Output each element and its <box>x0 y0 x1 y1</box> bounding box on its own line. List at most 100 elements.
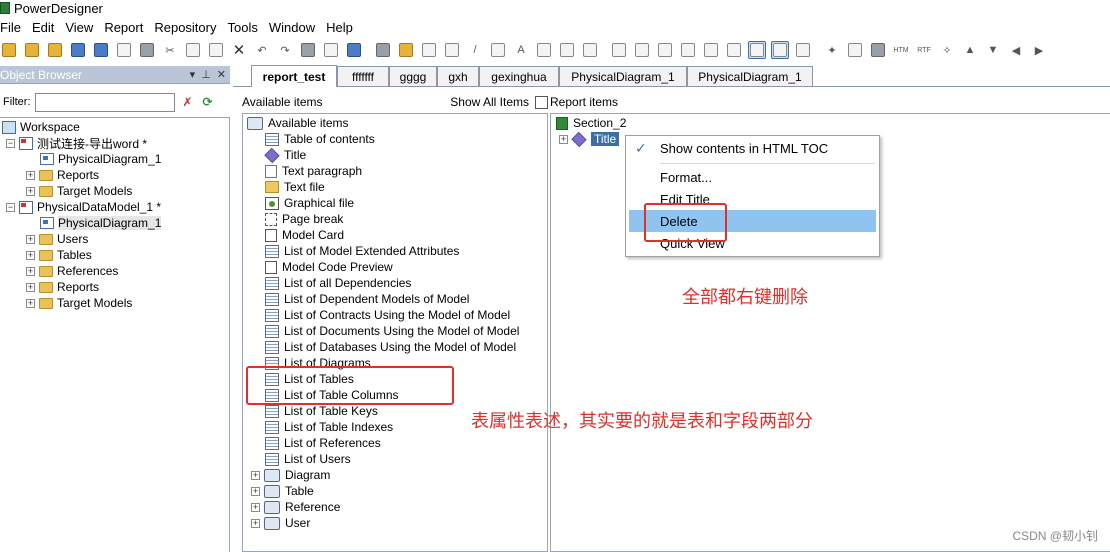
menu-help[interactable]: Help <box>326 20 360 35</box>
available-root[interactable]: Available items <box>247 115 348 131</box>
preview-icon[interactable] <box>846 41 864 59</box>
available-group-table[interactable]: + Table <box>251 483 314 499</box>
available-item[interactable]: Model Card <box>265 227 344 243</box>
tab-gggg[interactable]: gggg <box>389 66 437 86</box>
report-title-item[interactable]: + Title <box>559 131 620 147</box>
available-item[interactable]: Title <box>264 147 306 163</box>
undo-icon[interactable]: ↶ <box>253 41 271 59</box>
move-left-icon[interactable]: ◀ <box>1007 41 1025 59</box>
report-tool-2-icon[interactable] <box>397 41 415 59</box>
tab-physicaldiagram-1b[interactable]: PhysicalDiagram_1 <box>687 66 813 86</box>
move-right-icon[interactable]: ▶ <box>1030 41 1048 59</box>
tab-gxh[interactable]: gxh <box>437 66 479 86</box>
tree-item-model-2[interactable]: − PhysicalDataModel_1 * <box>6 199 161 215</box>
available-item[interactable]: List of all Dependencies <box>265 275 411 291</box>
clear-filter-icon[interactable]: ✗ <box>181 95 195 109</box>
properties-icon[interactable] <box>299 41 317 59</box>
expand-icon[interactable]: + <box>26 234 35 244</box>
cut-icon[interactable]: ✂ <box>161 41 179 59</box>
pen-icon[interactable]: / <box>466 41 484 59</box>
close-icon[interactable]: ✕ <box>217 68 226 81</box>
rtf-icon[interactable]: RTF <box>915 41 933 59</box>
menu-item-format[interactable]: Format... <box>626 166 879 188</box>
tree-item-users[interactable]: + Users <box>26 231 88 247</box>
available-item[interactable]: List of Documents Using the Model of Mod… <box>265 323 519 339</box>
available-item[interactable]: List of Model Extended Attributes <box>265 243 459 259</box>
redo-icon[interactable]: ↷ <box>276 41 294 59</box>
paste-icon[interactable] <box>207 41 225 59</box>
repository-icon[interactable] <box>345 41 363 59</box>
open-icon[interactable] <box>46 41 64 59</box>
dropdown-icon[interactable]: ▾ <box>190 68 196 81</box>
report-tool-5-icon[interactable] <box>489 41 507 59</box>
filter-input[interactable] <box>34 92 175 112</box>
tree-item-target-models[interactable]: + Target Models <box>26 295 132 311</box>
available-item[interactable]: Text paragraph <box>265 163 362 179</box>
collapse-icon[interactable]: − <box>6 202 15 212</box>
menu-window[interactable]: Window <box>269 20 322 35</box>
tree-item-tables[interactable]: + Tables <box>26 247 92 263</box>
move-down-icon[interactable]: ▼ <box>984 41 1002 59</box>
available-item[interactable]: Text file <box>265 179 325 195</box>
tree-item-target-models[interactable]: + Target Models <box>26 183 132 199</box>
available-group-user[interactable]: + User <box>251 515 310 531</box>
report-tool-8-icon[interactable] <box>581 41 599 59</box>
save-icon[interactable] <box>69 41 87 59</box>
available-item[interactable]: Model Code Preview <box>265 259 393 275</box>
report-section[interactable]: Section_2 <box>556 115 626 131</box>
layout-1-icon[interactable] <box>610 41 628 59</box>
move-up-icon[interactable]: ▲ <box>961 41 979 59</box>
available-item[interactable]: Page break <box>265 211 343 227</box>
generate-icon[interactable]: ✧ <box>938 41 956 59</box>
tab-physicaldiagram-1[interactable]: PhysicalDiagram_1 <box>559 66 687 86</box>
menu-view[interactable]: View <box>65 20 100 35</box>
report-tool-6-icon[interactable] <box>535 41 553 59</box>
expand-icon[interactable]: + <box>26 282 35 292</box>
tree-item-reports[interactable]: + Reports <box>26 279 99 295</box>
pin-icon[interactable]: ⊥ <box>201 68 211 81</box>
available-item[interactable]: List of Users <box>265 451 351 467</box>
save-all-icon[interactable] <box>92 41 110 59</box>
tab-report-test[interactable]: report_test <box>251 65 337 87</box>
expand-icon[interactable]: + <box>26 170 35 180</box>
available-group-reference[interactable]: + Reference <box>251 499 340 515</box>
copy-icon[interactable] <box>184 41 202 59</box>
report-tool-7-icon[interactable] <box>558 41 576 59</box>
new-icon[interactable] <box>0 41 18 59</box>
tab-fffffff[interactable]: fffffff <box>337 66 389 86</box>
layout-4-icon[interactable] <box>679 41 697 59</box>
available-item[interactable]: List of Table Indexes <box>265 419 393 435</box>
available-group-diagram[interactable]: + Diagram <box>251 467 330 483</box>
layout-5-icon[interactable] <box>702 41 720 59</box>
delete-icon[interactable]: ✕ <box>230 41 248 59</box>
layout-6-icon[interactable] <box>725 41 743 59</box>
font-icon[interactable]: A <box>512 41 530 59</box>
new-model-icon[interactable] <box>23 41 41 59</box>
report-tool-4-icon[interactable] <box>443 41 461 59</box>
expand-icon[interactable]: + <box>26 186 35 196</box>
wand-icon[interactable]: ✦ <box>823 41 841 59</box>
menu-item-show-html-toc[interactable]: ✓ Show contents in HTML TOC <box>626 137 879 159</box>
expand-icon[interactable]: + <box>251 518 260 528</box>
tree-item-diagram[interactable]: PhysicalDiagram_1 <box>40 215 162 231</box>
view-mode-1-icon[interactable] <box>748 41 766 59</box>
menu-tools[interactable]: Tools <box>227 20 264 35</box>
tree-item-workspace[interactable]: Workspace <box>2 119 80 135</box>
layout-3-icon[interactable] <box>656 41 674 59</box>
refresh-icon[interactable]: ⟳ <box>201 95 215 109</box>
expand-icon[interactable]: + <box>26 250 35 260</box>
expand-icon[interactable]: + <box>559 134 568 144</box>
collapse-icon[interactable]: − <box>6 138 15 148</box>
available-item[interactable]: List of Table Keys <box>265 403 378 419</box>
expand-icon[interactable]: + <box>251 502 260 512</box>
expand-icon[interactable]: + <box>26 298 35 308</box>
view-mode-3-icon[interactable] <box>794 41 812 59</box>
show-all-checkbox[interactable] <box>535 95 548 109</box>
print-report-icon[interactable] <box>869 41 887 59</box>
menu-file[interactable]: File <box>0 20 28 35</box>
expand-icon[interactable]: + <box>26 266 35 276</box>
tree-item-model-1[interactable]: − 测试连接-导出word * <box>6 135 147 151</box>
available-item[interactable]: List of Contracts Using the Model of Mod… <box>265 307 510 323</box>
tree-item-references[interactable]: + References <box>26 263 118 279</box>
report-tool-3-icon[interactable] <box>420 41 438 59</box>
